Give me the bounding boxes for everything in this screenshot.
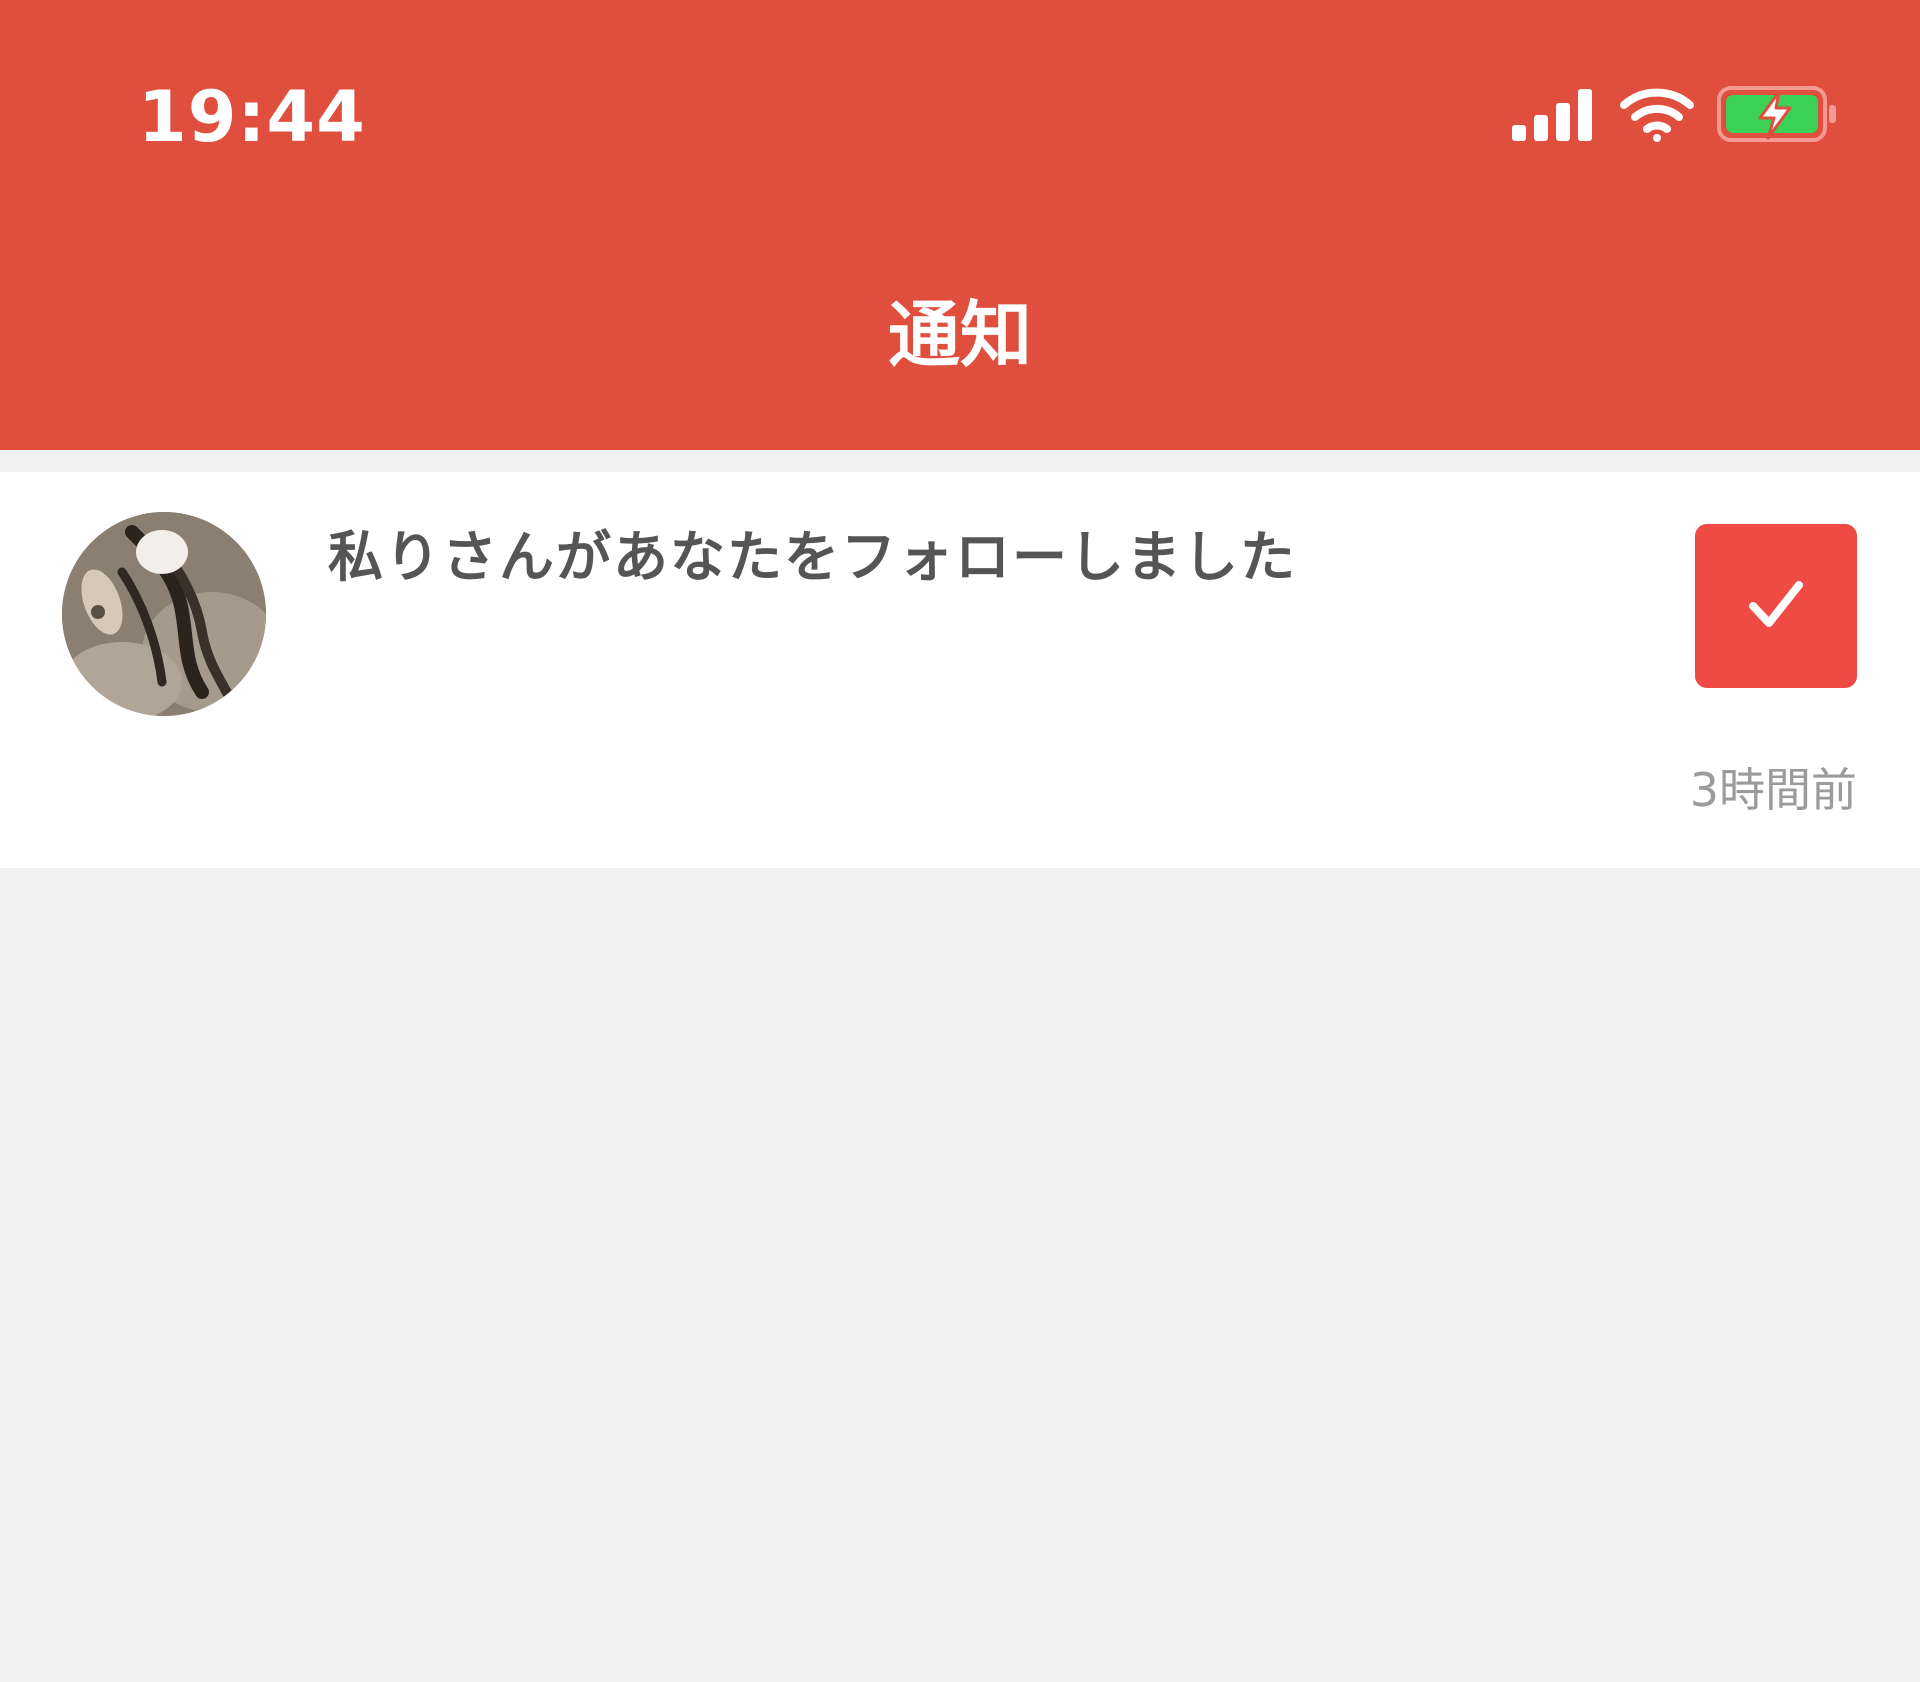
notification-message: 私りさんがあなたをフォローしました xyxy=(328,525,1298,589)
notification-time: 3時間前 xyxy=(1689,763,1857,817)
wifi-icon xyxy=(1620,85,1694,147)
status-icons xyxy=(1510,84,1840,148)
mark-read-button[interactable] xyxy=(1695,524,1857,688)
check-icon xyxy=(1745,573,1807,639)
user-avatar[interactable] xyxy=(62,512,266,716)
signal-icon xyxy=(1510,85,1598,147)
notifications-screen: 19:44 通知 私りさんがあなたをフォローしました 3時間前 xyxy=(0,0,1920,1682)
notification-item[interactable]: 私りさんがあなたをフォローしました 3時間前 xyxy=(0,472,1920,868)
header: 19:44 通知 xyxy=(0,0,1920,450)
battery-charging-icon xyxy=(1716,84,1840,148)
status-time: 19:44 xyxy=(138,76,366,158)
page-title: 通知 xyxy=(887,293,1032,377)
